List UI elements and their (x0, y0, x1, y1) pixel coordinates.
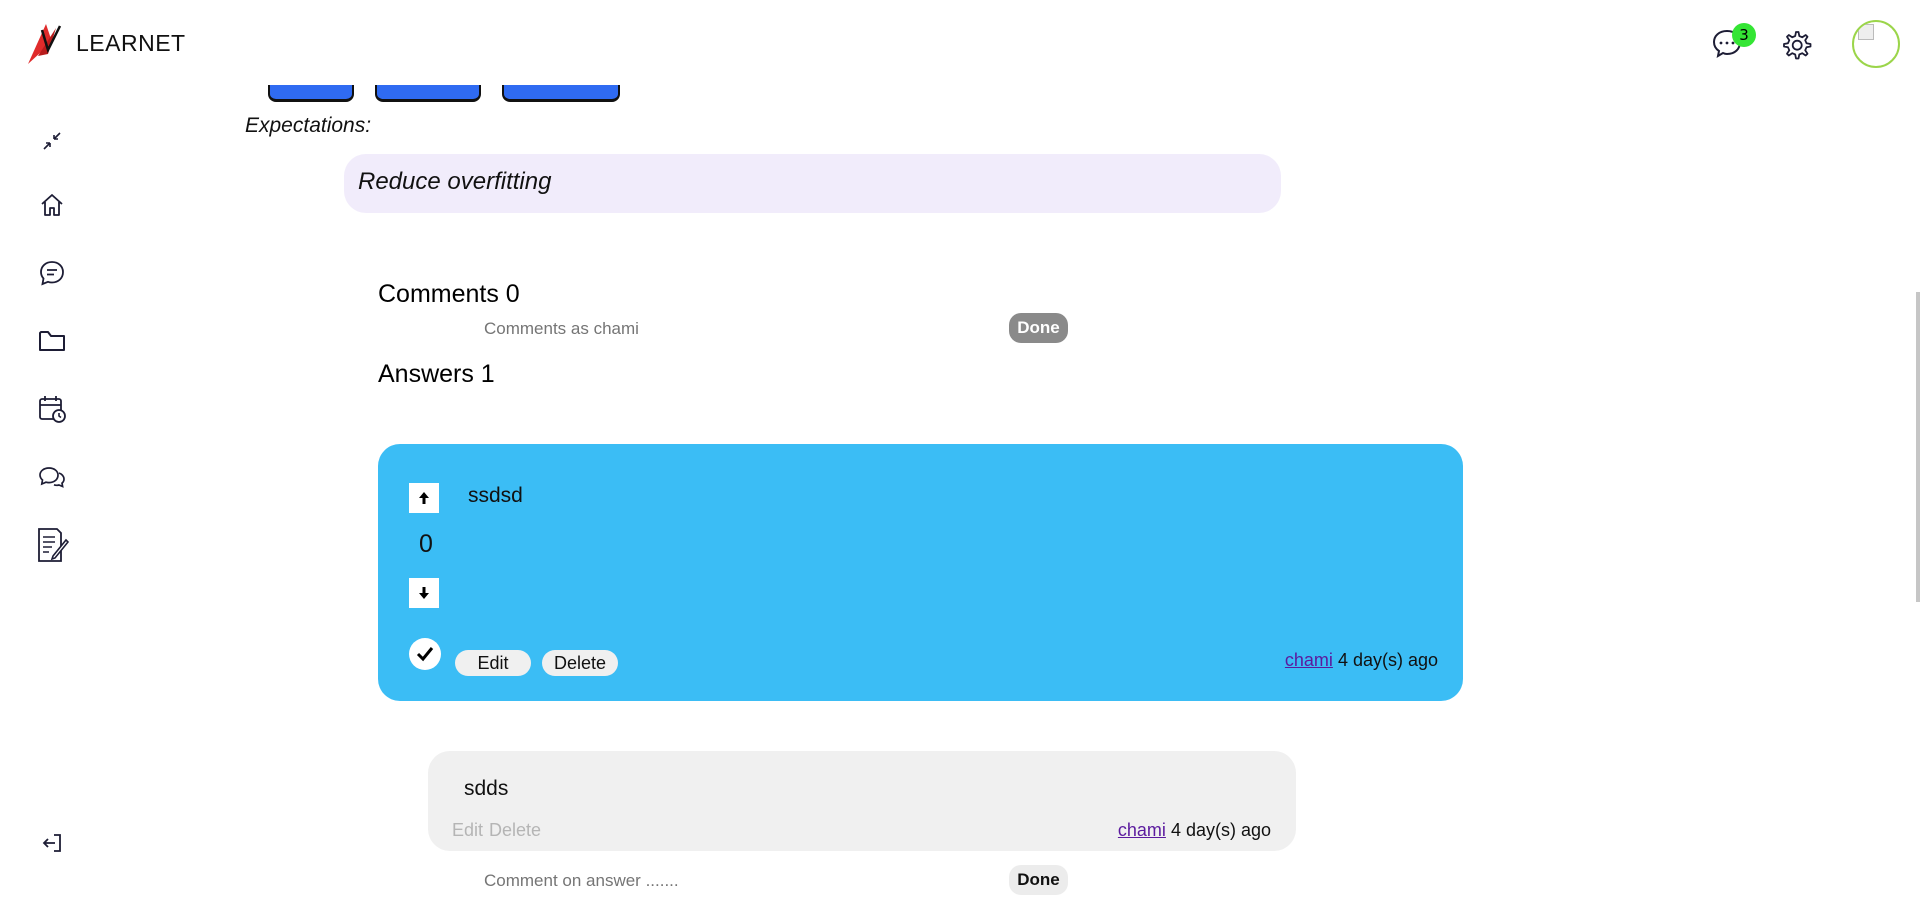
sidebar (0, 85, 106, 915)
avatar[interactable] (1852, 20, 1900, 68)
arrow-down-icon (419, 587, 429, 599)
delete-answer-button[interactable]: Delete (542, 650, 618, 676)
arrow-up-icon (419, 492, 429, 504)
accept-answer-button[interactable] (409, 638, 441, 670)
answer-comment-done-button[interactable]: Done (1009, 865, 1068, 895)
answer-comment-text: sdds (464, 777, 509, 800)
sidebar-item-logout[interactable] (34, 825, 70, 861)
edit-answer-button[interactable]: Edit (455, 650, 531, 676)
expectations-label: Expectations: (245, 114, 372, 137)
answer-text: ssdsd (468, 484, 523, 507)
edit-comment-link[interactable]: Edit (452, 820, 483, 840)
answers-title: Answers 1 (378, 360, 495, 388)
answer-comment-card: sdds Edit Delete chami 4 day(s) ago (428, 751, 1296, 851)
comment-done-button[interactable]: Done (1009, 313, 1068, 343)
sidebar-item-collapse[interactable] (34, 123, 70, 159)
answer-meta: chami 4 day(s) ago (1285, 650, 1438, 671)
comment-author-link[interactable]: chami (1118, 820, 1166, 840)
expectations-text: Reduce overfitting (358, 168, 552, 195)
answer-comment-actions: Edit Delete (452, 820, 547, 841)
upvote-button[interactable] (409, 483, 439, 513)
brand-name: LEARNET (76, 29, 186, 56)
notification-badge: 3 (1732, 23, 1756, 47)
vote-count: 0 (419, 530, 433, 558)
scrollbar-thumb[interactable] (1916, 292, 1920, 602)
sidebar-item-notes[interactable] (34, 527, 70, 563)
folder-icon (39, 331, 65, 351)
conversation-icon (39, 467, 65, 488)
answer-comment-input[interactable] (484, 868, 1004, 894)
expectations-box: Reduce overfitting (344, 154, 1281, 213)
gear-icon[interactable] (1780, 29, 1812, 61)
comments-title: Comments 0 (378, 280, 520, 308)
answer-time: 4 day(s) ago (1337, 650, 1438, 670)
chat-bubble-icon (40, 261, 64, 286)
answer-comment-meta: chami 4 day(s) ago (1118, 820, 1271, 841)
top-bar: LEARNET 3 (0, 0, 1920, 85)
downvote-button[interactable] (409, 578, 439, 608)
notes-edit-icon (38, 528, 69, 562)
delete-comment-link[interactable]: Delete (489, 820, 541, 840)
sidebar-item-folder[interactable] (34, 323, 70, 359)
sidebar-item-conversations[interactable] (34, 459, 70, 495)
checkmark-icon (416, 647, 434, 662)
home-icon (41, 194, 63, 216)
logout-icon (42, 834, 61, 852)
sidebar-item-discussion[interactable] (34, 255, 70, 291)
sidebar-item-calendar[interactable] (34, 391, 70, 427)
sidebar-item-home[interactable] (34, 187, 70, 223)
learnet-logo-icon (28, 24, 62, 64)
comment-time: 4 day(s) ago (1170, 820, 1271, 840)
comment-input[interactable] (484, 316, 1004, 342)
brand-logo[interactable]: LEARNET (26, 20, 186, 66)
answer-card: 0 ssdsd Edit Delete chami 4 day(s) ago (378, 444, 1463, 701)
broken-image-icon (1858, 24, 1874, 40)
collapse-icon (43, 132, 61, 150)
answer-author-link[interactable]: chami (1285, 650, 1333, 670)
calendar-clock-icon (39, 396, 66, 423)
